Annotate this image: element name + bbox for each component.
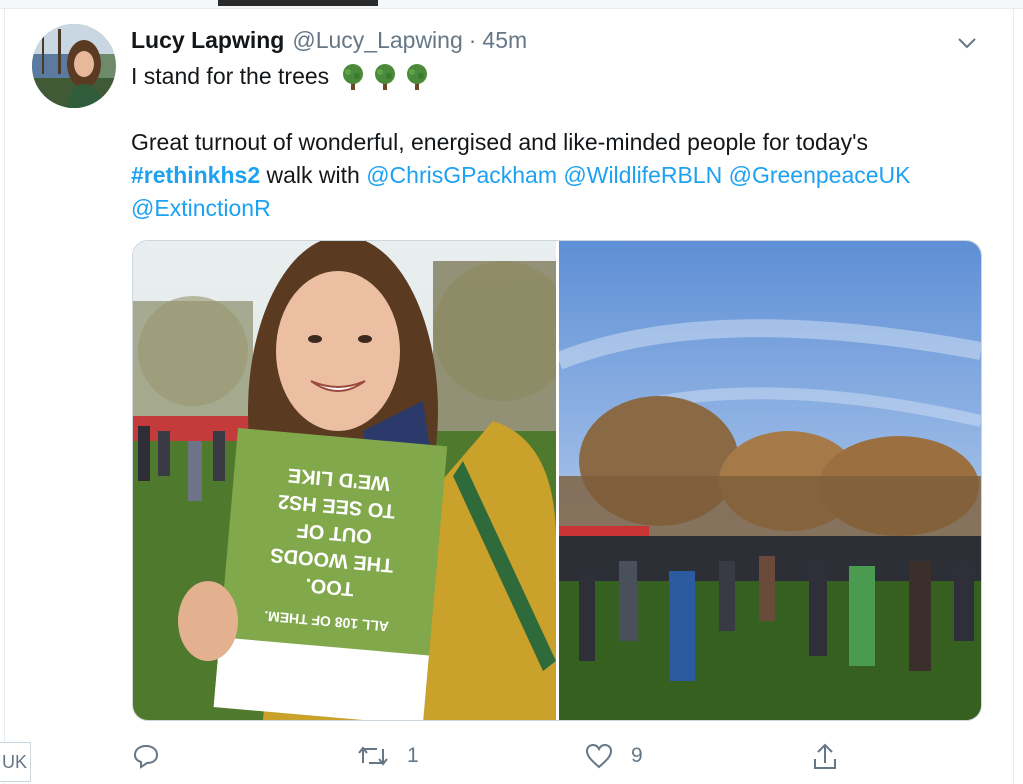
deciduous-tree-icon — [407, 63, 428, 90]
user-handle[interactable]: @Lucy_Lapwing — [292, 27, 462, 54]
media-photo-left[interactable]: WE'D LIKE TO SEE HS2 OUT OF THE WOODS TO… — [133, 241, 556, 720]
mention-link[interactable]: @GreenpeaceUK — [729, 162, 911, 188]
deciduous-tree-icon — [343, 63, 364, 90]
tweet-timestamp[interactable]: 45m — [482, 27, 527, 54]
top-bar-strip — [218, 0, 378, 6]
retweet-count: 1 — [407, 744, 419, 767]
tweet-text-line-2: Great turnout of wonderful, energised an… — [131, 129, 868, 155]
tweet-text-line-3: #rethinkhs2 walk with @ChrisGPackham @Wi… — [131, 159, 911, 192]
reply-button[interactable] — [133, 743, 177, 769]
chevron-down-icon — [958, 38, 976, 49]
poster-line: TOO. — [304, 574, 354, 600]
edge-chip: UK — [0, 742, 31, 782]
tweet-text-line-4: @ExtinctionR — [131, 192, 271, 225]
tweet-text-line-1: I stand for the trees — [131, 60, 431, 93]
more-options-caret[interactable] — [952, 28, 982, 58]
like-count: 9 — [631, 744, 643, 767]
mention-link[interactable]: @ChrisGPackham — [366, 162, 557, 188]
heart-icon — [585, 743, 613, 769]
media-photo-right[interactable] — [559, 241, 981, 720]
tweet-text-mid: walk with — [260, 162, 367, 188]
like-button[interactable]: 9 — [585, 743, 643, 769]
share-icon — [814, 743, 836, 769]
reply-icon — [133, 744, 159, 769]
separator-dot: · — [468, 27, 477, 53]
share-button[interactable] — [812, 743, 838, 771]
display-name[interactable]: Lucy Lapwing — [131, 27, 284, 54]
retweet-icon — [358, 746, 388, 766]
mention-link[interactable]: @WildlifeRBLN — [563, 162, 722, 188]
tree-emojis — [339, 63, 431, 91]
tweet-header: Lucy Lapwing @Lucy_Lapwing · 45m — [131, 27, 527, 55]
mention-link[interactable]: @ExtinctionR — [131, 195, 271, 221]
avatar[interactable] — [32, 24, 116, 108]
tweet-text-first: I stand for the trees — [131, 63, 330, 89]
tweet-media: WE'D LIKE TO SEE HS2 OUT OF THE WOODS TO… — [132, 240, 982, 721]
tweet-actions: 1 9 — [0, 743, 1023, 779]
retweet-button[interactable]: 1 — [357, 743, 419, 769]
hashtag-link[interactable]: #rethinkhs2 — [131, 162, 260, 188]
deciduous-tree-icon — [375, 63, 396, 90]
